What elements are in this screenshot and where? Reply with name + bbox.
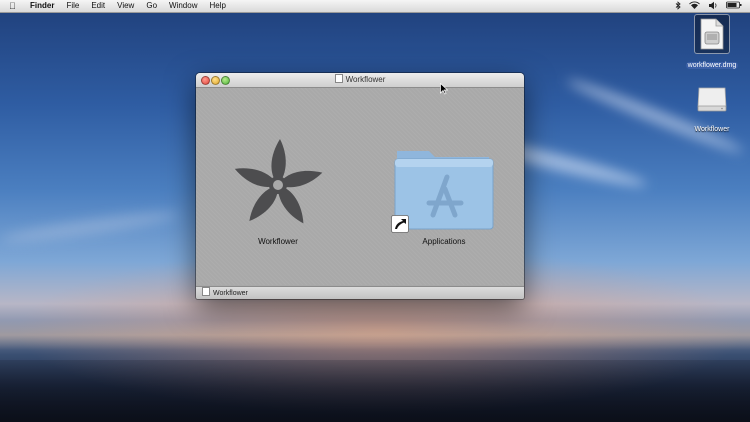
dmg-file-icon xyxy=(694,14,730,54)
wifi-icon[interactable] xyxy=(689,0,700,12)
document-icon xyxy=(202,287,210,296)
wallpaper-horizon xyxy=(0,320,750,350)
desktop-icon-disk[interactable]: Workflower xyxy=(682,80,742,136)
apple-icon[interactable]:  xyxy=(9,0,19,12)
menu-window[interactable]: Window xyxy=(169,0,197,12)
menu-bar:  Finder File Edit View Go Window Help xyxy=(0,0,750,13)
window-content: Workflower Applications xyxy=(196,88,524,285)
statusbar-text: Workflower xyxy=(213,290,248,297)
item-applications-folder[interactable]: Applications xyxy=(384,143,504,246)
menu-view[interactable]: View xyxy=(117,0,134,12)
menu-help[interactable]: Help xyxy=(209,0,225,12)
volume-icon[interactable] xyxy=(708,1,718,12)
menu-edit[interactable]: Edit xyxy=(91,0,105,12)
alias-arrow-icon xyxy=(391,215,409,233)
battery-icon[interactable] xyxy=(726,1,742,11)
item-label: Workflower xyxy=(258,237,298,246)
window-titlebar[interactable]: Workflower xyxy=(196,73,524,88)
bluetooth-icon[interactable] xyxy=(675,0,681,12)
workflower-app-icon xyxy=(228,133,328,233)
desktop-icon-label: Workflower xyxy=(694,126,730,133)
menu-app-finder[interactable]: Finder xyxy=(30,0,54,12)
window-title-text: Workflower xyxy=(345,75,386,84)
window-statusbar: Workflower xyxy=(196,286,524,299)
wallpaper-shore xyxy=(0,360,750,422)
mounted-disk-icon xyxy=(695,80,729,118)
desktop-icon-label: workflower.dmg xyxy=(685,62,739,69)
menu-go[interactable]: Go xyxy=(146,0,157,12)
mouse-cursor-icon xyxy=(440,82,449,100)
window-title: Workflower xyxy=(196,73,524,87)
wallpaper-cloud xyxy=(0,207,181,247)
item-workflower-app[interactable]: Workflower xyxy=(218,133,338,246)
item-label: Applications xyxy=(422,237,466,246)
desktop-icon-dmg[interactable]: workflower.dmg xyxy=(682,14,742,72)
menu-file[interactable]: File xyxy=(66,0,79,12)
finder-window: Workflower Workflower Applications Workf… xyxy=(196,73,524,299)
document-icon xyxy=(334,74,343,83)
applications-folder-icon xyxy=(389,143,499,233)
